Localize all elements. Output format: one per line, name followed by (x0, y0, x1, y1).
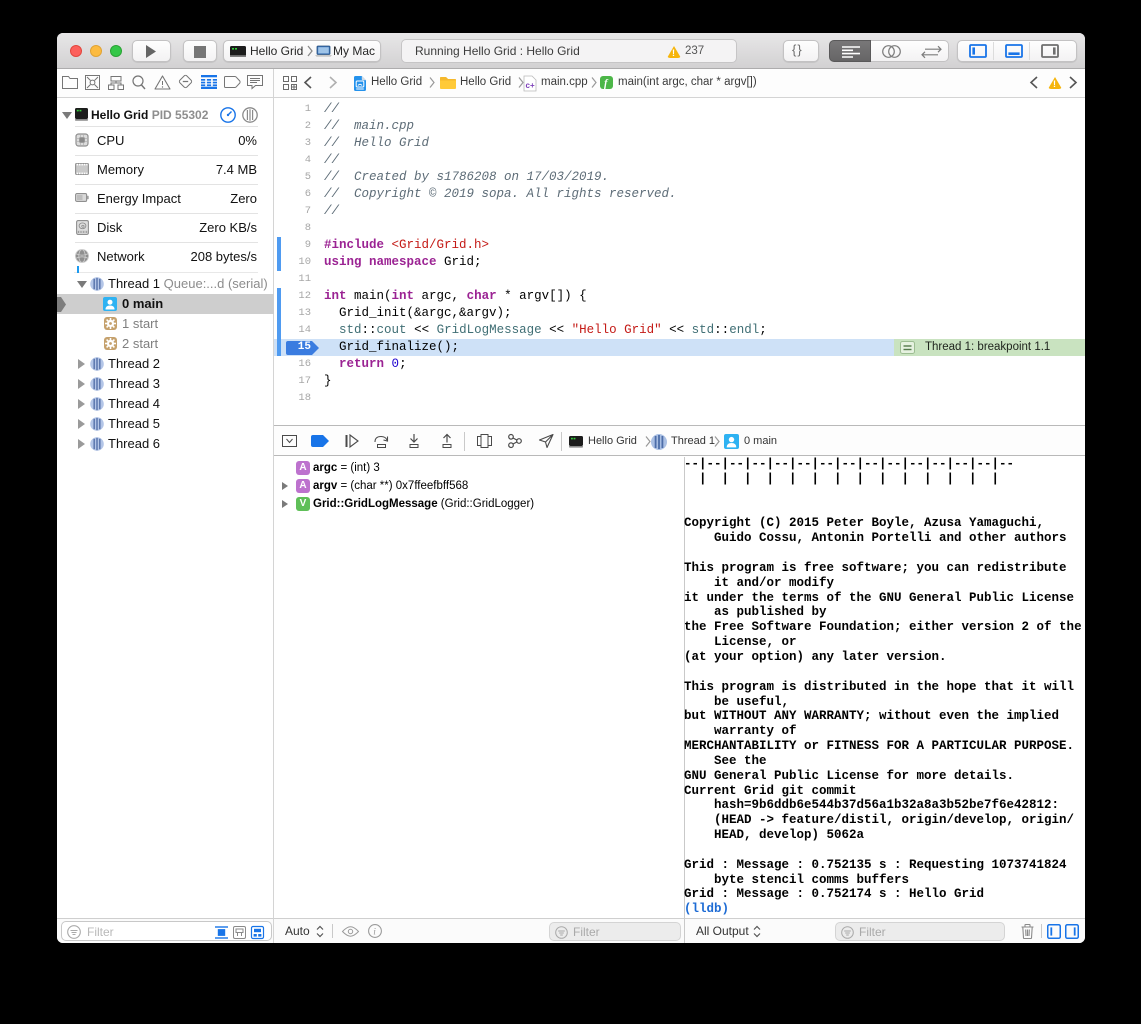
svg-text:i: i (373, 928, 376, 938)
svg-text:c+: c+ (526, 81, 535, 90)
